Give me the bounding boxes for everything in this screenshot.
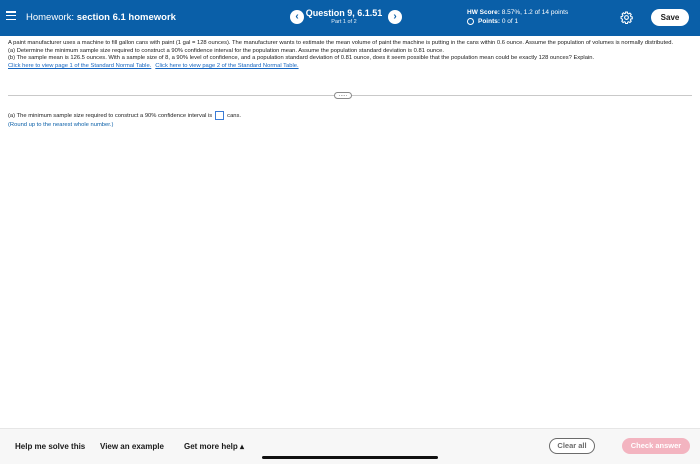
save-button[interactable]: Save [651, 9, 689, 26]
page-title: Homework: section 6.1 homework [26, 12, 176, 23]
title-text: section 6.1 homework [76, 12, 176, 23]
chevron-left-icon: ‹ [295, 11, 299, 22]
answer-input[interactable] [215, 111, 225, 120]
table-links: Click here to view page 1 of the Standar… [8, 63, 692, 71]
clear-all-button[interactable]: Clear all [549, 438, 595, 454]
expand-toggle[interactable]: ..... [334, 92, 352, 99]
problem-part-b: (b) The sample mean is 126.5 ounces. Wit… [8, 55, 595, 62]
answer-unit: cans. [227, 112, 242, 119]
hw-score: HW Score: 8.57%, 1.2 of 14 points [467, 9, 568, 16]
problem-part-a: (a) Determine the minimum sample size re… [8, 47, 444, 54]
answer-line: (a) The minimum sample size required to … [8, 111, 241, 120]
problem-statement: A paint manufacturer uses a machine to f… [8, 40, 692, 71]
home-indicator [262, 456, 438, 459]
score-panel: HW Score: 8.57%, 1.2 of 14 points Points… [467, 9, 568, 25]
problem-text: A paint manufacturer uses a machine to f… [8, 40, 674, 46]
answer-hint: (Round up to the nearest whole number.) [8, 122, 114, 128]
points-label: Points: [478, 18, 501, 25]
chevron-right-icon: › [393, 11, 397, 22]
hw-score-label: HW Score: [467, 9, 500, 16]
gear-icon[interactable] [620, 11, 633, 24]
check-answer-button[interactable]: Check answer [622, 438, 690, 454]
top-bar: Homework: section 6.1 homework ‹ Questio… [0, 0, 700, 36]
question-part: Part 1 of 2 [331, 19, 357, 25]
hw-score-value: 8.57%, 1.2 of 14 points [501, 9, 569, 16]
next-question-button[interactable]: › [388, 10, 402, 24]
view-example-button[interactable]: View an example [100, 442, 164, 451]
answer-section: (a) The minimum sample size required to … [8, 111, 241, 128]
answer-prompt: (a) The minimum sample size required to … [8, 112, 213, 119]
normal-table-page-1-link[interactable]: Click here to view page 1 of the Standar… [8, 63, 151, 69]
question-indicator: Question 9, 6.1.51 Part 1 of 2 [300, 8, 388, 25]
get-more-help-button[interactable]: Get more help ▴ [184, 442, 244, 451]
points-value: 0 of 1 [501, 18, 519, 25]
help-me-solve-button[interactable]: Help me solve this [15, 442, 85, 451]
normal-table-page-2-link[interactable]: Click here to view page 2 of the Standar… [155, 63, 298, 69]
status-circle-icon [467, 18, 474, 25]
question-title: Question 9, 6.1.51 [305, 8, 383, 18]
menu-icon[interactable] [6, 11, 16, 21]
points: Points: 0 of 1 [467, 18, 568, 25]
title-prefix: Homework: [26, 12, 75, 23]
